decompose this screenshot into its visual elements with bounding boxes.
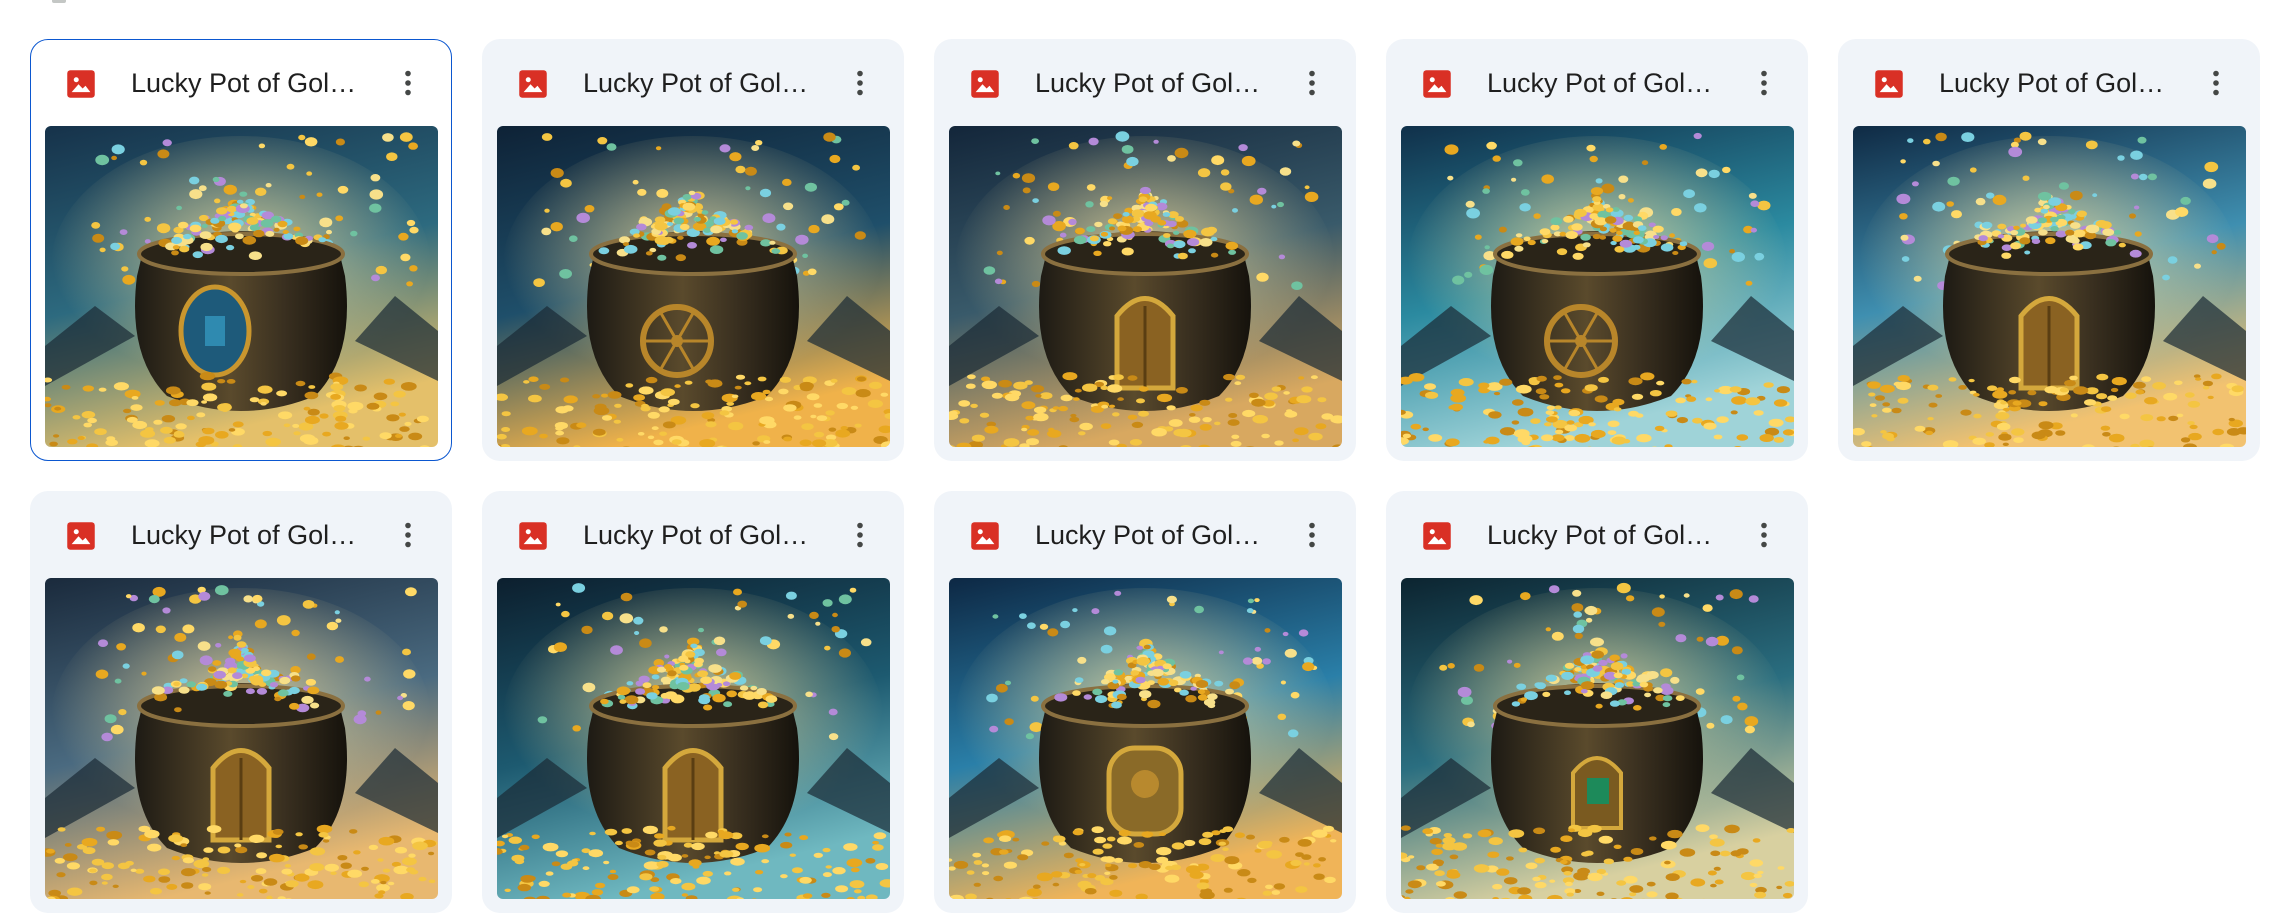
file-name: Lucky Pot of Gold ... bbox=[583, 520, 815, 550]
image-file-icon bbox=[518, 521, 548, 551]
file-name: Lucky Pot of Gold ... bbox=[1035, 520, 1267, 550]
file-card-header: Lucky Pot of Gold ... bbox=[1387, 40, 1807, 126]
more-actions-button[interactable] bbox=[839, 514, 881, 556]
file-name: Lucky Pot of Gold ... bbox=[1035, 68, 1267, 98]
file-card[interactable]: Lucky Pot of Gold ... bbox=[1838, 39, 2260, 461]
more-vert-icon bbox=[2213, 70, 2219, 96]
more-actions-button[interactable] bbox=[839, 62, 881, 104]
file-name: Lucky Pot of Gold ... bbox=[131, 68, 363, 98]
image-thumbnail[interactable] bbox=[949, 126, 1342, 447]
pot-of-gold-illustration bbox=[1401, 126, 1794, 447]
image-file-icon bbox=[970, 69, 1000, 99]
more-vert-icon bbox=[1309, 522, 1315, 548]
more-vert-icon bbox=[1761, 70, 1767, 96]
file-card-header: Lucky Pot of Gold ... bbox=[935, 492, 1355, 578]
file-name: Lucky Pot of Gold ... bbox=[583, 68, 815, 98]
image-file-icon bbox=[66, 521, 96, 551]
file-name: Lucky Pot of Gold ... bbox=[1487, 68, 1719, 98]
file-card-header: Lucky Pot of Gold ... bbox=[935, 40, 1355, 126]
file-card[interactable]: Lucky Pot of Gold ... bbox=[30, 491, 452, 913]
more-vert-icon bbox=[857, 70, 863, 96]
image-thumbnail[interactable] bbox=[45, 126, 438, 447]
file-card[interactable]: Lucky Pot of Gold ... bbox=[482, 39, 904, 461]
file-card-header: Lucky Pot of Gold ... bbox=[483, 492, 903, 578]
more-vert-icon bbox=[1761, 522, 1767, 548]
more-actions-button[interactable] bbox=[387, 514, 429, 556]
pot-of-gold-illustration bbox=[1401, 578, 1794, 899]
more-actions-button[interactable] bbox=[1743, 62, 1785, 104]
more-vert-icon bbox=[405, 522, 411, 548]
image-thumbnail[interactable] bbox=[1401, 578, 1794, 899]
pot-of-gold-illustration bbox=[45, 578, 438, 899]
more-actions-button[interactable] bbox=[387, 62, 429, 104]
image-thumbnail[interactable] bbox=[949, 578, 1342, 899]
image-file-icon bbox=[1874, 69, 1904, 99]
file-name: Lucky Pot of Gold ... bbox=[131, 520, 363, 550]
image-thumbnail[interactable] bbox=[1401, 126, 1794, 447]
pot-of-gold-illustration bbox=[1853, 126, 2246, 447]
image-thumbnail[interactable] bbox=[45, 578, 438, 899]
file-card[interactable]: Lucky Pot of Gold ... bbox=[1386, 39, 1808, 461]
image-thumbnail[interactable] bbox=[1853, 126, 2246, 447]
image-thumbnail[interactable] bbox=[497, 126, 890, 447]
file-card-header: Lucky Pot of Gold ... bbox=[1387, 492, 1807, 578]
file-card-header: Lucky Pot of Gold ... bbox=[31, 492, 451, 578]
image-file-icon bbox=[518, 69, 548, 99]
file-card-header: Lucky Pot of Gold ... bbox=[483, 40, 903, 126]
more-vert-icon bbox=[405, 70, 411, 96]
image-file-icon bbox=[1422, 69, 1452, 99]
more-actions-button[interactable] bbox=[2195, 62, 2237, 104]
image-thumbnail[interactable] bbox=[497, 578, 890, 899]
pot-of-gold-illustration bbox=[45, 126, 438, 447]
image-file-icon bbox=[970, 521, 1000, 551]
more-vert-icon bbox=[857, 522, 863, 548]
file-name: Lucky Pot of Gold ... bbox=[1487, 520, 1719, 550]
pot-of-gold-illustration bbox=[497, 578, 890, 899]
file-name: Lucky Pot of Gold ... bbox=[1939, 68, 2171, 98]
more-actions-button[interactable] bbox=[1291, 62, 1333, 104]
scroll-edge-fragment bbox=[52, 0, 66, 3]
file-grid: Lucky Pot of Gold ... Lucky Pot of Gold … bbox=[30, 39, 2260, 913]
file-card[interactable]: Lucky Pot of Gold ... bbox=[934, 39, 1356, 461]
file-card[interactable]: Lucky Pot of Gold ... bbox=[482, 491, 904, 913]
image-file-icon bbox=[66, 69, 96, 99]
file-card[interactable]: Lucky Pot of Gold ... bbox=[1386, 491, 1808, 913]
file-card-header: Lucky Pot of Gold ... bbox=[31, 40, 451, 126]
more-actions-button[interactable] bbox=[1743, 514, 1785, 556]
pot-of-gold-illustration bbox=[497, 126, 890, 447]
pot-of-gold-illustration bbox=[949, 578, 1342, 899]
pot-of-gold-illustration bbox=[949, 126, 1342, 447]
file-card-header: Lucky Pot of Gold ... bbox=[1839, 40, 2259, 126]
more-actions-button[interactable] bbox=[1291, 514, 1333, 556]
more-vert-icon bbox=[1309, 70, 1315, 96]
file-card[interactable]: Lucky Pot of Gold ... bbox=[30, 39, 452, 461]
file-card[interactable]: Lucky Pot of Gold ... bbox=[934, 491, 1356, 913]
image-file-icon bbox=[1422, 521, 1452, 551]
